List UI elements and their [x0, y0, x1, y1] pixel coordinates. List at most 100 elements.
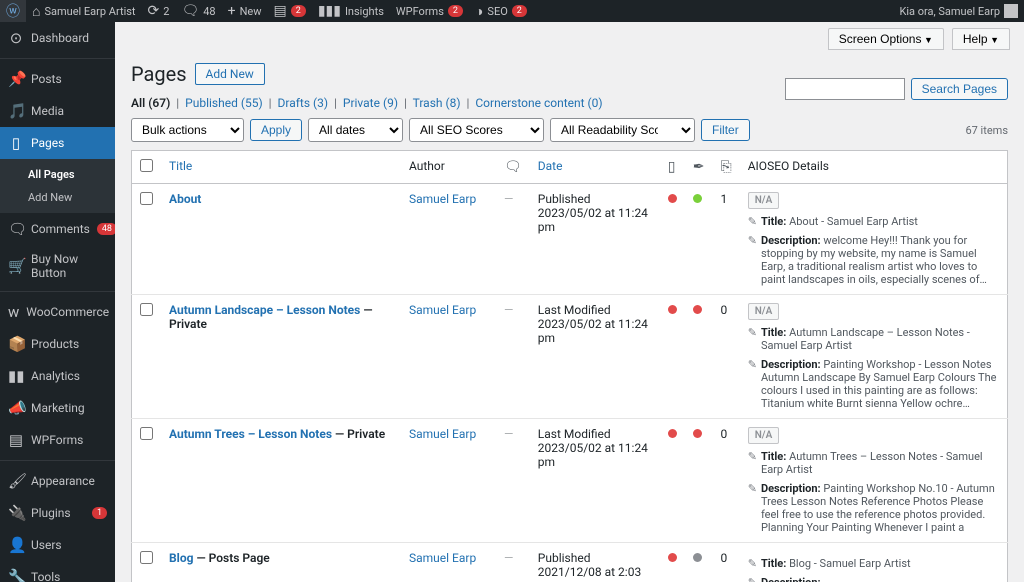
filter-trash[interactable]: Trash (8) — [413, 96, 461, 110]
na-badge: N/A — [748, 303, 780, 320]
insights-link[interactable]: ▮▮▮Insights — [312, 0, 390, 22]
help-button[interactable]: Help — [952, 28, 1010, 50]
new-label: New — [240, 5, 262, 18]
filter-button[interactable]: Filter — [701, 119, 750, 141]
new-content[interactable]: + New — [222, 0, 268, 22]
menu-comments[interactable]: 🗨Comments48 — [0, 213, 115, 245]
page-title-link[interactable]: Blog — [169, 551, 193, 565]
filter-all[interactable]: All — [131, 96, 145, 110]
col-title[interactable]: Title — [169, 159, 192, 173]
menu-woocommerce[interactable]: wWooCommerce — [0, 296, 115, 328]
menu-label: Pages — [31, 136, 64, 150]
author-link[interactable]: Samuel Earp — [409, 192, 476, 206]
filter-drafts[interactable]: Drafts (3) — [277, 96, 328, 110]
link-count: 0 — [713, 295, 740, 419]
pencil-icon: ✎ — [748, 234, 757, 286]
wpforms-link[interactable]: WPForms2 — [390, 0, 469, 22]
filter-cornerstone[interactable]: Cornerstone content (0) — [475, 96, 602, 110]
pencil-icon: ✎ — [748, 358, 757, 410]
add-new-button[interactable]: Add New — [195, 63, 265, 85]
comments-link[interactable]: 🗨48 — [175, 0, 221, 22]
menu-buynow[interactable]: 🛒 Buy Now Button — [0, 245, 115, 287]
menu-appearance[interactable]: 🖌Appearance — [0, 465, 115, 497]
updates-count: 2 — [163, 5, 169, 18]
wp-logo[interactable]: ⓦ — [0, 0, 26, 22]
menu-label: WPForms — [31, 433, 83, 447]
menu-pages[interactable]: ▯Pages — [0, 127, 115, 159]
menu-label: Comments — [31, 222, 90, 236]
date-status: Published — [538, 192, 591, 206]
submenu-add-new[interactable]: Add New — [0, 186, 115, 209]
forms-notice[interactable]: ▤2 — [268, 0, 312, 22]
screen-options-button[interactable]: Screen Options — [828, 28, 944, 50]
plugins-badge: 1 — [92, 507, 107, 519]
row-checkbox[interactable] — [140, 551, 153, 564]
author-link[interactable]: Samuel Earp — [409, 551, 476, 565]
table-row: Autumn Trees – Lesson Notes — PrivateSam… — [132, 419, 1008, 543]
pencil-icon: ✎ — [748, 215, 757, 228]
brush-icon: 🖌 — [8, 472, 24, 490]
date-value: 2023/05/02 at 11:24 pm — [538, 441, 648, 469]
seo-link[interactable]: ◑SEO2 — [469, 0, 533, 22]
filter-private[interactable]: Private (9) — [343, 96, 398, 110]
menu-posts[interactable]: 📌Posts — [0, 63, 115, 95]
readability-filter-select[interactable]: All Readability Scores — [550, 118, 695, 142]
author-link[interactable]: Samuel Earp — [409, 427, 476, 441]
menu-media[interactable]: 🎵Media — [0, 95, 115, 127]
comment-count: — — [504, 551, 513, 565]
seo-badge: 2 — [512, 5, 527, 17]
col-author: Author — [401, 151, 496, 184]
comment-icon: 🗨 — [8, 220, 24, 238]
filter-published[interactable]: Published (55) — [185, 96, 262, 110]
plugin-icon: 🔌 — [8, 504, 24, 522]
menu-plugins[interactable]: 🔌 Plugins 1 — [0, 497, 115, 529]
form-icon: ▤ — [274, 3, 287, 19]
menu-label: Plugins — [31, 506, 71, 520]
apply-button[interactable]: Apply — [250, 119, 302, 141]
comment-count: — — [504, 192, 513, 206]
page-title-link[interactable]: Autumn Landscape – Lesson Notes — [169, 303, 360, 317]
admin-menu: ⊙Dashboard 📌Posts 🎵Media ▯Pages All Page… — [0, 22, 115, 582]
menu-wpforms[interactable]: ▤WPForms — [0, 424, 115, 456]
select-all-checkbox[interactable] — [140, 159, 153, 172]
plus-icon: + — [228, 3, 236, 19]
row-checkbox[interactable] — [140, 303, 153, 316]
pin-icon: 📌 — [8, 70, 24, 88]
cart-icon: 🛒 — [8, 257, 24, 275]
menu-label: Tools — [31, 570, 60, 582]
na-badge: N/A — [748, 427, 780, 444]
menu-marketing[interactable]: 📣Marketing — [0, 392, 115, 424]
search-input[interactable] — [785, 78, 905, 100]
date-status: Last Modified — [538, 427, 611, 441]
date-value: 2023/05/02 at 11:24 pm — [538, 206, 648, 234]
page-title-link[interactable]: About — [169, 192, 201, 206]
author-link[interactable]: Samuel Earp — [409, 303, 476, 317]
menu-analytics[interactable]: ▮▮Analytics — [0, 360, 115, 392]
date-filter-select[interactable]: All dates — [308, 118, 403, 142]
site-name[interactable]: ⌂Samuel Earp Artist — [26, 0, 142, 22]
woo-icon: w — [8, 303, 19, 321]
submenu-all-pages[interactable]: All Pages — [0, 163, 115, 186]
howdy-label: Kia ora, Samuel Earp — [899, 5, 1000, 18]
col-date[interactable]: Date — [538, 159, 563, 173]
seo-dot — [668, 429, 677, 438]
date-value: 2023/05/02 at 11:24 pm — [538, 317, 648, 345]
menu-products[interactable]: 📦Products — [0, 328, 115, 360]
row-checkbox[interactable] — [140, 427, 153, 440]
pencil-icon: ✎ — [748, 450, 757, 476]
forms-badge: 2 — [291, 5, 306, 17]
menu-tools[interactable]: 🔧Tools — [0, 561, 115, 582]
updates-link[interactable]: ⟳2 — [142, 0, 176, 22]
bulk-action-select[interactable]: Bulk actions — [131, 118, 244, 142]
menu-users[interactable]: 👤Users — [0, 529, 115, 561]
view-filters: All (67) | Published (55) | Drafts (3) |… — [131, 96, 1008, 118]
filter-all-count: (67) — [148, 96, 170, 110]
menu-label: Buy Now Button — [31, 252, 107, 280]
pages-table: Title Author 🗨 Date ▯ ✒ ⎘ AIOSEO Details… — [131, 150, 1008, 582]
seo-filter-select[interactable]: All SEO Scores — [409, 118, 544, 142]
page-title-link[interactable]: Autumn Trees – Lesson Notes — [169, 427, 332, 441]
menu-dashboard[interactable]: ⊙Dashboard — [0, 22, 115, 54]
search-button[interactable]: Search Pages — [911, 78, 1008, 100]
row-checkbox[interactable] — [140, 192, 153, 205]
my-account[interactable]: Kia ora, Samuel Earp — [893, 0, 1024, 22]
